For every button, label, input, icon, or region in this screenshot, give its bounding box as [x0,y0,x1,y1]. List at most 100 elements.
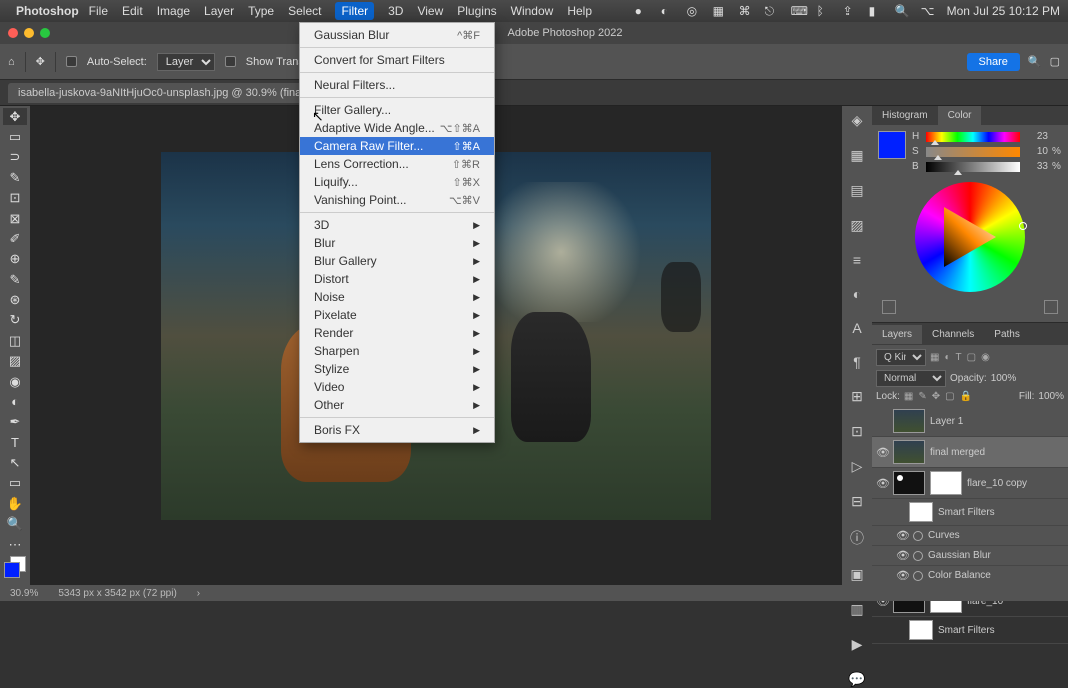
actions-panel-icon[interactable]: ▷ [852,458,863,475]
stamp-tool[interactable]: ⊛ [3,291,27,308]
color-swatches[interactable] [2,556,28,579]
path-tool[interactable]: ↖ [3,454,27,471]
visibility-toggle[interactable]: 👁 [876,446,888,459]
wheel-expand-icon[interactable] [1044,300,1058,314]
layer-name[interactable]: Color Balance [928,570,1064,581]
crop-tool[interactable]: ⊡ [3,190,27,207]
menu-window[interactable]: Window [511,4,554,18]
filter-sharpen-submenu[interactable]: Sharpen▶ [300,342,494,360]
layer-row[interactable]: Smart Filters [872,617,1068,644]
layers-tab[interactable]: Layers [872,325,922,344]
filter-type-icon[interactable]: T [956,352,962,363]
eraser-tool[interactable]: ◫ [3,332,27,349]
libraries-panel-icon[interactable]: ▥ [850,601,863,618]
layer-dropdown[interactable]: Layer [157,53,215,71]
layer-name[interactable]: flare_10 copy [967,478,1064,489]
bri-value[interactable]: 33 [1024,161,1048,172]
fill-value[interactable]: 100% [1038,391,1064,402]
gradients-panel-icon[interactable]: ▤ [850,182,863,199]
filter-pixelate-submenu[interactable]: Pixelate▶ [300,306,494,324]
shape-tool[interactable]: ▭ [3,475,27,492]
hue-slider[interactable] [926,132,1020,142]
layer-thumbnail[interactable] [893,471,925,495]
filter-vanishing-item[interactable]: Vanishing Point...⌥⌘V [300,191,494,209]
brushes-panel-icon[interactable]: ⊞ [851,388,863,405]
frame-tool[interactable]: ⊠ [3,210,27,227]
workspace-icon[interactable]: ▢ [1050,55,1060,68]
layer-row[interactable]: 👁Curves [872,526,1068,546]
filter-distort-submenu[interactable]: Distort▶ [300,270,494,288]
filter-adjust-icon[interactable]: ◐ [944,352,950,363]
menu-plugins[interactable]: Plugins [457,4,496,18]
brush-tool[interactable]: ✎ [3,271,27,288]
visibility-toggle[interactable]: 👁 [876,477,888,490]
smart-filter-mask[interactable] [909,502,933,522]
swatches-panel-icon[interactable]: ▦ [850,147,863,164]
paragraph-panel-icon[interactable]: ¶ [853,354,861,370]
sat-value[interactable]: 10 [1024,146,1048,157]
filter-3d-submenu[interactable]: 3D▶ [300,216,494,234]
blur-tool[interactable]: ◉ [3,373,27,390]
battery-icon[interactable]: ▮ [869,4,883,18]
filter-pixel-icon[interactable]: ▦ [930,352,939,363]
filter-shape-icon[interactable]: ▢ [967,352,976,363]
sat-slider[interactable] [926,147,1020,157]
lock-all-icon[interactable]: 🔒 [960,391,972,402]
comments-panel-icon[interactable]: 💬 [848,671,865,688]
filter-camera-raw-item[interactable]: Camera Raw Filter...⇧⌘A [300,137,494,155]
filter-video-submenu[interactable]: Video▶ [300,378,494,396]
layer-name[interactable]: Smart Filters [938,625,1064,636]
filter-gallery-item[interactable]: Filter Gallery... [300,101,494,119]
history-panel-icon[interactable]: ⊟ [851,493,863,510]
properties-panel-icon[interactable]: ≡ [853,252,861,268]
minimize-window-button[interactable] [24,28,34,38]
filter-kind-dropdown[interactable]: Q Kind [876,349,926,366]
layer-row[interactable]: Layer 1 [872,406,1068,437]
layer-name[interactable]: Curves [928,530,1064,541]
dodge-tool[interactable]: ◐ [3,393,27,410]
filter-last-item[interactable]: Gaussian Blur^⌘F [300,26,494,44]
color-panel-icon[interactable]: ◈ [852,112,863,129]
channels-tab[interactable]: Channels [922,325,984,344]
filter-liquify-item[interactable]: Liquify...⇧⌘X [300,173,494,191]
layer-thumbnail[interactable] [893,409,925,433]
close-window-button[interactable] [8,28,18,38]
clock[interactable]: Mon Jul 25 10:12 PM [947,4,1060,18]
zoom-level[interactable]: 30.9% [10,588,38,599]
move-tool[interactable]: ✥ [3,108,27,125]
layer-name[interactable]: final merged [930,447,1064,458]
menu-view[interactable]: View [417,4,443,18]
status-icon-6[interactable]: ⎋ [765,4,779,18]
layer-row[interactable]: 👁 Gaussian Blur [872,546,1068,566]
patterns-panel-icon[interactable]: ▨ [850,217,863,234]
info-panel-icon[interactable]: ⓘ [850,528,864,548]
visibility-toggle[interactable]: 👁 [896,549,908,562]
smart-filter-mask[interactable] [909,620,933,640]
menu-image[interactable]: Image [157,4,190,18]
hand-tool[interactable]: ✋ [3,495,27,512]
document-tab[interactable]: isabella-juskova-9aNItHjuOc0-unsplash.jp… [8,83,341,103]
filter-convert-smart-item[interactable]: Convert for Smart Filters [300,51,494,69]
lock-artboard-icon[interactable]: ▢ [945,391,954,402]
layer-name[interactable]: Gaussian Blur [928,550,1064,561]
filter-blend-icon[interactable] [913,531,923,541]
filter-lens-item[interactable]: Lens Correction...⇧⌘R [300,155,494,173]
layer-name[interactable]: Smart Filters [938,507,1064,518]
blend-mode-dropdown[interactable]: Normal [876,370,946,387]
healing-tool[interactable]: ⊕ [3,251,27,268]
filter-blur-submenu[interactable]: Blur▶ [300,234,494,252]
visibility-toggle[interactable]: 👁 [896,569,908,582]
auto-select-checkbox[interactable] [66,56,77,67]
status-icon-4[interactable]: ▦ [713,4,727,18]
adjustments-panel-icon[interactable]: ◐ [853,286,861,302]
maximize-window-button[interactable] [40,28,50,38]
home-icon[interactable]: ⌂ [8,56,15,68]
pen-tool[interactable]: ✒ [3,414,27,431]
menu-select[interactable]: Select [288,4,321,18]
bluetooth-icon[interactable]: ᛒ [817,4,831,18]
marquee-tool[interactable]: ▭ [3,128,27,145]
status-icon-5[interactable]: ⌘ [739,4,753,18]
status-icon-2[interactable]: ◐ [661,4,675,18]
type-tool[interactable]: T [3,434,27,451]
search-icon[interactable]: 🔍 [895,4,909,18]
